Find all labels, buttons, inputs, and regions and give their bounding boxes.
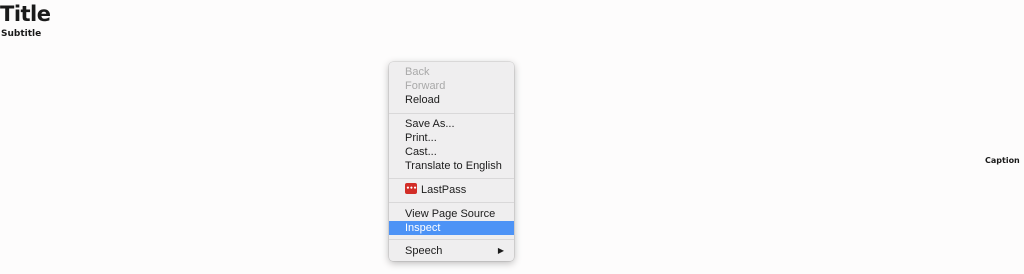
menu-item-view-page-source[interactable]: View Page Source [389,207,514,221]
lastpass-icon: ••• [405,183,417,194]
menu-item-lastpass-label: LastPass [421,184,467,196]
menu-item-forward: Forward [405,80,446,92]
menu-item-speech-label: Speech [405,245,443,257]
menu-separator [389,113,514,114]
menu-separator [389,239,514,240]
menu-item-print[interactable]: Print... [389,131,514,145]
menu-item-save-as[interactable]: Save As... [389,117,514,131]
menu-item-inspect[interactable]: Inspect [389,221,514,235]
page-subtitle: Subtitle [1,29,42,39]
page-title: Title [0,2,51,26]
menu-separator [389,178,514,179]
menu-item-back: Back [405,66,430,78]
context-menu: Back Forward Reload Save As... Print... … [389,62,514,261]
page-caption: Caption [985,156,1020,165]
menu-item-speech[interactable]: Speech ▶ [389,244,514,258]
menu-item-lastpass[interactable]: ••• LastPass [389,183,514,197]
menu-item-cast[interactable]: Cast... [389,145,514,159]
chevron-right-icon: ▶ [497,246,504,255]
menu-item-reload[interactable]: Reload [389,93,514,107]
menu-separator [389,202,514,203]
menu-item-translate[interactable]: Translate to English [389,159,514,173]
